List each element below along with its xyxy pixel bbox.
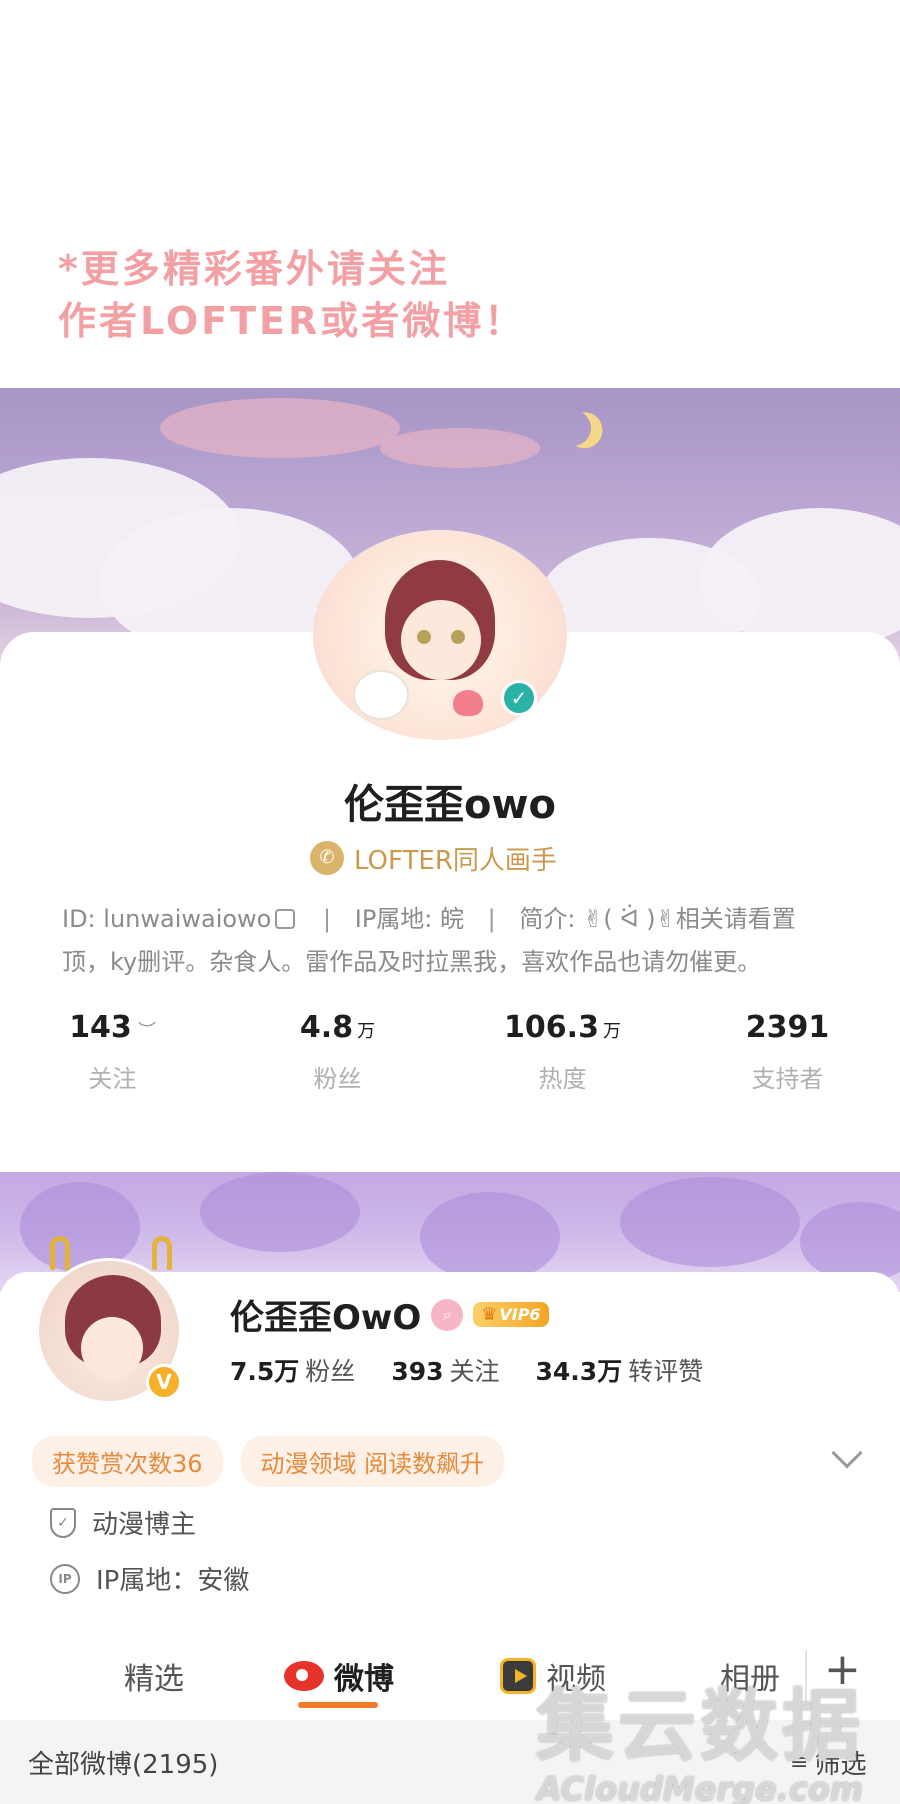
divider: | [323,905,332,933]
stat-number: 4.8 [299,1010,354,1045]
lofter-bio: ID: lunwaiwaiowo | IP属地: 皖 | 简介: ✌︎( ᐛ )… [62,898,842,984]
stat-label: 热度 [538,1065,587,1093]
stat-heat[interactable]: 106.3 万 热度 [450,1010,675,1094]
avatar-face [81,1317,143,1379]
crown-icon: ♛ [481,1304,498,1325]
verified-check-icon: ✓ [501,680,537,716]
stat-label: 支持者 [751,1065,824,1093]
lofter-avatar[interactable]: ✓ [313,530,567,740]
search-icon[interactable]: ⌕ [431,1298,464,1331]
lofter-stats: 143 ︶ 关注 4.8 万 粉丝 106.3 万 热度 2391 支持者 [0,1010,900,1094]
stat-unit: 万 [357,1021,376,1042]
stat-supporters[interactable]: 2391 支持者 [675,1010,900,1094]
lofter-ip: IP属地: 皖 [354,905,465,933]
promo-line-1: *更多精彩番外请关注 [58,247,450,291]
weibo-icon [284,1661,324,1691]
blossom [200,1172,360,1252]
stat-fans[interactable]: 7.5万 粉丝 [230,1352,355,1388]
avatar-eye [417,630,431,644]
promo-note: *更多精彩番外请关注 作者LOFTER或者微博！ [0,0,900,388]
phone-icon: ✆ [310,841,344,875]
stat-label: 转评赞 [628,1357,704,1386]
stat-label: 粉丝 [305,1357,356,1386]
info-ip: IP IP属地：安徽 [50,1560,249,1597]
stat-label: 粉丝 [313,1065,362,1093]
copy-icon[interactable] [275,909,296,929]
weibo-stats: 7.5万 粉丝 393 关注 34.3万 转评赞 [230,1352,703,1388]
info-role: ✓ 动漫博主 [50,1504,196,1541]
avatar-face [401,600,481,680]
stat-interactions[interactable]: 34.3万 转评赞 [536,1352,704,1388]
achievement-chips: 获赞赏次数36 动漫领域 阅读数飙升 [32,1436,505,1487]
tab-featured[interactable]: 精选 [124,1654,184,1698]
stat-number: 143 [69,1010,132,1045]
role-text: 动漫博主 [92,1510,197,1540]
ip-text: IP属地：安徽 [96,1566,250,1596]
tab-label: 微博 [334,1662,394,1697]
chip-tips[interactable]: 获赞赏次数36 [32,1436,223,1487]
active-tab-indicator [298,1702,378,1708]
hidden-eye-icon: ︶ [137,1021,156,1042]
blossom [420,1192,560,1282]
lofter-creator-tag[interactable]: ✆ LOFTER同人画手 [310,838,557,878]
lofter-username: 伦歪歪owo [344,782,556,828]
shield-icon: ✓ [50,1507,76,1538]
stat-label: 关注 [449,1357,500,1386]
chip-domain[interactable]: 动漫领域 阅读数飙升 [240,1436,505,1487]
promo-line-2: 作者LOFTER或者微博！ [58,299,526,343]
verified-v-icon: V [146,1364,182,1400]
heart-icon [453,690,483,716]
stat-number: 7.5万 [230,1357,300,1386]
moon-icon [550,405,596,451]
tab-weibo[interactable]: 微博 [284,1654,394,1698]
pink-cloud [380,428,540,468]
avatar-duck [353,670,409,720]
stat-following[interactable]: 393 关注 [391,1352,499,1388]
lofter-id: ID: lunwaiwaiowo [62,905,272,933]
watermark: 集云数据 ACloudMerge.com [510,1664,890,1804]
stat-label: 关注 [88,1065,137,1093]
antler-decoration [50,1236,70,1270]
stat-number: 393 [391,1357,444,1386]
watermark-url: ACloudMerge.com [536,1770,864,1804]
ip-icon: IP [50,1563,80,1594]
watermark-title: 集云数据 [535,1682,864,1772]
lofter-tag-label: LOFTER同人画手 [354,845,557,876]
stat-following[interactable]: 143 ︶ 关注 [0,1010,225,1094]
blossom [620,1177,800,1267]
stat-number: 2391 [745,1010,830,1045]
blossom [800,1202,900,1282]
all-weibo-count: 全部微博(2195) [28,1750,219,1780]
pink-cloud [160,398,400,458]
divider: | [487,905,496,933]
stat-number: 34.3万 [535,1357,623,1386]
vip-level: VIP6 [499,1305,541,1324]
weibo-avatar[interactable]: V [36,1236,186,1404]
tab-label: 精选 [124,1662,184,1697]
stat-number: 106.3 [504,1010,599,1045]
weibo-name-row: 伦歪歪OwO ⌕ ♛ VIP6 [230,1290,549,1339]
stat-unit: 万 [602,1021,621,1042]
antler-decoration [152,1236,172,1270]
weibo-username: 伦歪歪OwO [230,1298,422,1338]
stat-fans[interactable]: 4.8 万 粉丝 [225,1010,450,1094]
vip-badge[interactable]: ♛ VIP6 [473,1302,549,1327]
avatar-eye [451,630,465,644]
